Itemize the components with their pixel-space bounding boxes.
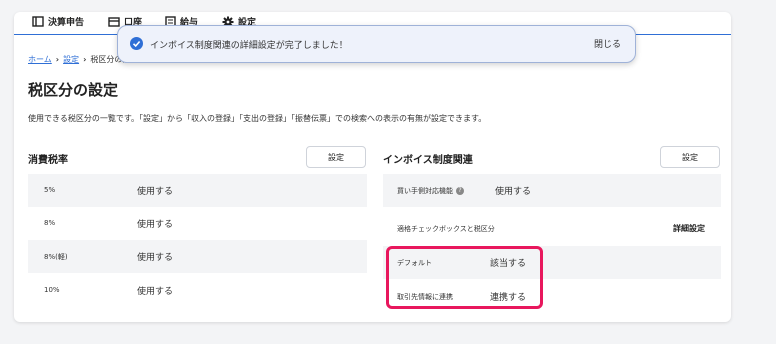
nav-item-settlement[interactable]: 決算申告 [32, 15, 84, 28]
ledger-icon [32, 16, 44, 27]
tax-rate-status: 使用する [137, 220, 174, 230]
purchase-feature-value: 使用する [495, 187, 532, 197]
breadcrumb-settings-link[interactable]: 設定 [63, 55, 79, 64]
tax-rate-row: 5% 使用する [28, 174, 367, 207]
page-description: 使用できる税区分の一覧です。「設定」から「収入の登録」「支出の登録」「振替伝票」… [28, 114, 487, 123]
tax-rate-label: 8%(軽) [44, 253, 68, 261]
qualified-checkbox-row: 適格チェックボックスと税区分 詳細設定 [383, 212, 721, 245]
card-icon [108, 16, 120, 27]
toast-close-button[interactable]: 閉じる [594, 37, 621, 50]
highlight-box [386, 246, 543, 309]
help-icon[interactable]: ? [456, 187, 464, 195]
tax-rate-label: 8% [44, 219, 56, 227]
page-title: 税区分の設定 [28, 81, 119, 99]
purchase-feature-label: 買い手側対応機能? [397, 186, 464, 196]
tax-rate-label: 5% [44, 186, 56, 194]
chevron-right-icon: › [83, 55, 87, 64]
tax-rate-row: 8% 使用する [28, 207, 367, 240]
tax-rate-status: 使用する [137, 187, 174, 197]
toast-message: インボイス制度関連の詳細設定が完了しました！ [150, 41, 348, 51]
invoice-section-title: インボイス制度関連 [383, 155, 473, 166]
consumption-tax-settings-button[interactable]: 設定 [306, 146, 366, 168]
tax-rate-row: 10% 使用する [28, 274, 367, 307]
breadcrumb-home-link[interactable]: ホーム [28, 55, 52, 64]
success-toast: インボイス制度関連の詳細設定が完了しました！ 閉じる [117, 25, 636, 63]
tax-rate-status: 使用する [137, 253, 174, 263]
purchase-feature-text: 買い手側対応機能 [397, 187, 453, 195]
purchase-feature-row: 買い手側対応機能? 使用する [383, 174, 721, 207]
tax-rate-status: 使用する [137, 287, 174, 297]
qualified-checkbox-label: 適格チェックボックスと税区分 [397, 225, 495, 233]
tax-rate-label: 10% [44, 286, 60, 294]
consumption-tax-title: 消費税率 [28, 155, 68, 166]
chevron-right-icon: › [55, 55, 60, 64]
detail-settings-link[interactable]: 詳細設定 [673, 223, 705, 234]
nav-label: 決算申告 [48, 18, 85, 28]
invoice-settings-button[interactable]: 設定 [660, 146, 720, 168]
check-circle-icon [130, 37, 143, 50]
tax-rate-row: 8%(軽) 使用する [28, 240, 367, 273]
